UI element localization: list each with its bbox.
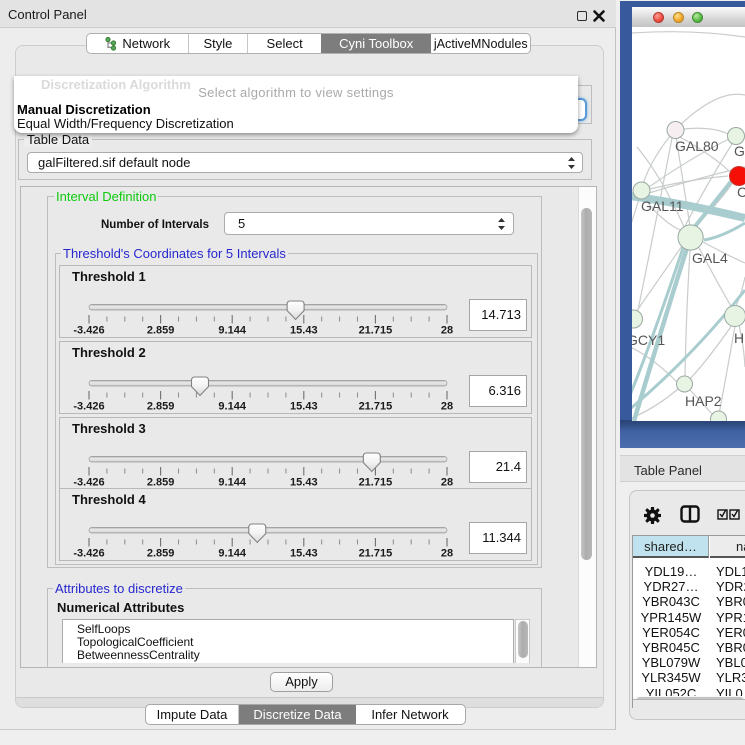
svg-text:15.43: 15.43 (290, 325, 318, 337)
svg-text:28: 28 (441, 325, 453, 337)
svg-text:9.144: 9.144 (218, 477, 246, 489)
svg-text:-3.426: -3.426 (73, 325, 104, 337)
svg-text:Threshold 4: Threshold 4 (72, 492, 146, 507)
svg-text:-3.426: -3.426 (73, 548, 104, 560)
svg-text:15.43: 15.43 (290, 401, 318, 413)
svg-text:2.859: 2.859 (147, 477, 175, 489)
svg-text:9.144: 9.144 (218, 548, 246, 560)
svg-text:GAL80: GAL80 (675, 138, 719, 154)
svg-text:-3.426: -3.426 (73, 477, 104, 489)
svg-text:2.859: 2.859 (147, 325, 175, 337)
svg-text:Threshold 3: Threshold 3 (72, 421, 146, 436)
svg-text:21.715: 21.715 (359, 548, 393, 560)
svg-text:Threshold 2: Threshold 2 (72, 345, 146, 360)
svg-text:H: H (734, 330, 744, 346)
svg-text:9.144: 9.144 (218, 325, 246, 337)
svg-text:9.144: 9.144 (218, 401, 246, 413)
svg-text:2.859: 2.859 (147, 548, 175, 560)
svg-text:21.715: 21.715 (359, 477, 393, 489)
svg-text:Threshold 1: Threshold 1 (72, 269, 146, 284)
svg-text:C: C (737, 184, 745, 200)
svg-text:15.43: 15.43 (290, 477, 318, 489)
svg-text:GA: GA (734, 143, 745, 159)
svg-text:-3.426: -3.426 (73, 401, 104, 413)
svg-text:28: 28 (441, 548, 453, 560)
svg-text:28: 28 (441, 477, 453, 489)
svg-text:GAL4: GAL4 (692, 250, 728, 266)
svg-text:2.859: 2.859 (147, 401, 175, 413)
svg-text:HAP2: HAP2 (685, 393, 722, 409)
svg-text:GAL11: GAL11 (641, 198, 684, 214)
svg-text:28: 28 (441, 401, 453, 413)
svg-text:21.715: 21.715 (359, 401, 393, 413)
svg-text:15.43: 15.43 (290, 548, 318, 560)
svg-text:21.715: 21.715 (359, 325, 393, 337)
svg-text:GCY1: GCY1 (632, 332, 665, 348)
